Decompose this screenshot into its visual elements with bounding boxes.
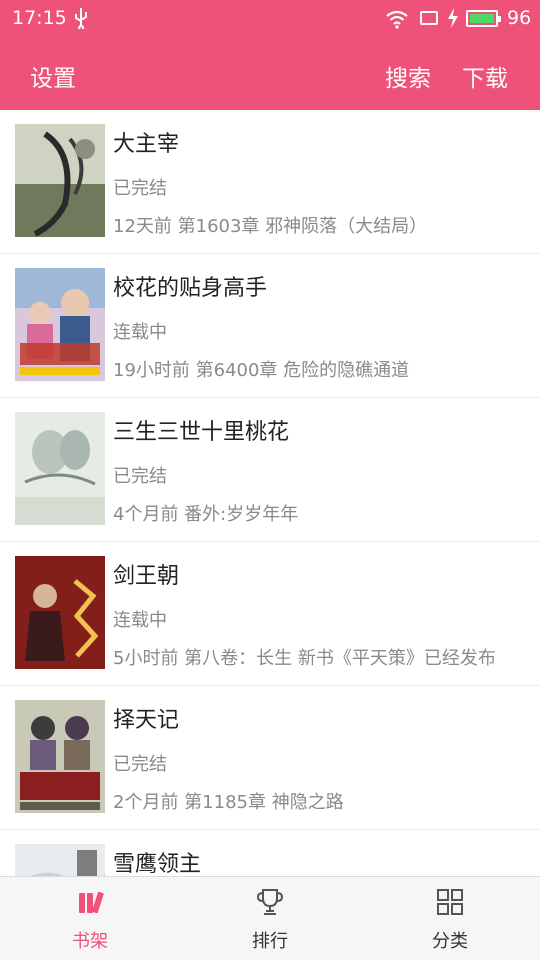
- screen-icon: [420, 11, 438, 25]
- book-status: 连载中: [113, 610, 167, 631]
- tab-category[interactable]: 分类: [360, 877, 540, 961]
- book-cover: [15, 124, 105, 237]
- tab-ranking[interactable]: 排行: [180, 877, 360, 961]
- tab-label: 分类: [432, 931, 468, 952]
- book-status: 已完结: [113, 178, 167, 199]
- book-item-3[interactable]: 剑王朝 连载中 5小时前 第八卷：长生 新书《平天策》已经发布: [0, 542, 540, 686]
- book-cover: [15, 844, 105, 876]
- book-latest-chapter: 12天前 第1603章 邪神陨落（大结局）: [113, 216, 428, 237]
- book-title: 剑王朝: [113, 564, 180, 589]
- status-bar: 17:15 96: [0, 0, 540, 38]
- book-cover: [15, 412, 105, 525]
- book-status: 连载中: [113, 322, 167, 343]
- tab-label: 排行: [252, 931, 288, 952]
- book-title: 雪鹰领主: [113, 852, 202, 876]
- charging-icon: [448, 8, 458, 28]
- book-item-0[interactable]: 大主宰 已完结 12天前 第1603章 邪神陨落（大结局）: [0, 110, 540, 254]
- book-title: 三生三世十里桃花: [113, 420, 290, 445]
- bookshelf-icon: [79, 891, 104, 914]
- book-item-5[interactable]: 雪鹰领主: [0, 830, 540, 876]
- battery-icon: [466, 10, 501, 27]
- book-latest-chapter: 19小时前 第6400章 危险的隐礁通道: [113, 360, 410, 381]
- status-time: 17:15: [12, 7, 67, 29]
- usb-icon: [75, 8, 87, 29]
- book-latest-chapter: 5小时前 第八卷：长生 新书《平天策》已经发布: [113, 648, 496, 669]
- book-status: 已完结: [113, 466, 167, 487]
- grid-icon: [437, 889, 463, 915]
- book-title: 大主宰: [113, 132, 180, 157]
- book-item-2[interactable]: 三生三世十里桃花 已完结 4个月前 番外:岁岁年年: [0, 398, 540, 542]
- book-cover: [15, 700, 105, 813]
- book-cover: [15, 268, 105, 381]
- wifi-icon: [386, 10, 408, 29]
- tab-bookshelf[interactable]: 书架: [0, 877, 180, 961]
- bottom-nav: 书架 排行 分类: [0, 876, 540, 960]
- book-status: 已完结: [113, 754, 167, 775]
- book-list: 大主宰 已完结 12天前 第1603章 邪神陨落（大结局） 校花的贴身高手 连载…: [0, 110, 540, 876]
- book-latest-chapter: 4个月前 番外:岁岁年年: [113, 504, 299, 525]
- book-latest-chapter: 2个月前 第1185章 神隐之路: [113, 792, 344, 813]
- book-title: 校花的贴身高手: [113, 276, 268, 301]
- download-button[interactable]: 下载: [462, 59, 508, 93]
- app-bar: 设置 搜索 下载: [0, 38, 540, 110]
- search-button[interactable]: 搜索: [385, 59, 431, 93]
- tab-label: 书架: [72, 931, 108, 952]
- settings-button[interactable]: 设置: [30, 59, 76, 93]
- battery-level: 96: [507, 7, 532, 29]
- book-item-4[interactable]: 择天记 已完结 2个月前 第1185章 神隐之路: [0, 686, 540, 830]
- book-title: 择天记: [113, 708, 180, 733]
- book-item-1[interactable]: 校花的贴身高手 连载中 19小时前 第6400章 危险的隐礁通道: [0, 254, 540, 398]
- book-cover: [15, 556, 105, 669]
- trophy-icon: [256, 889, 284, 915]
